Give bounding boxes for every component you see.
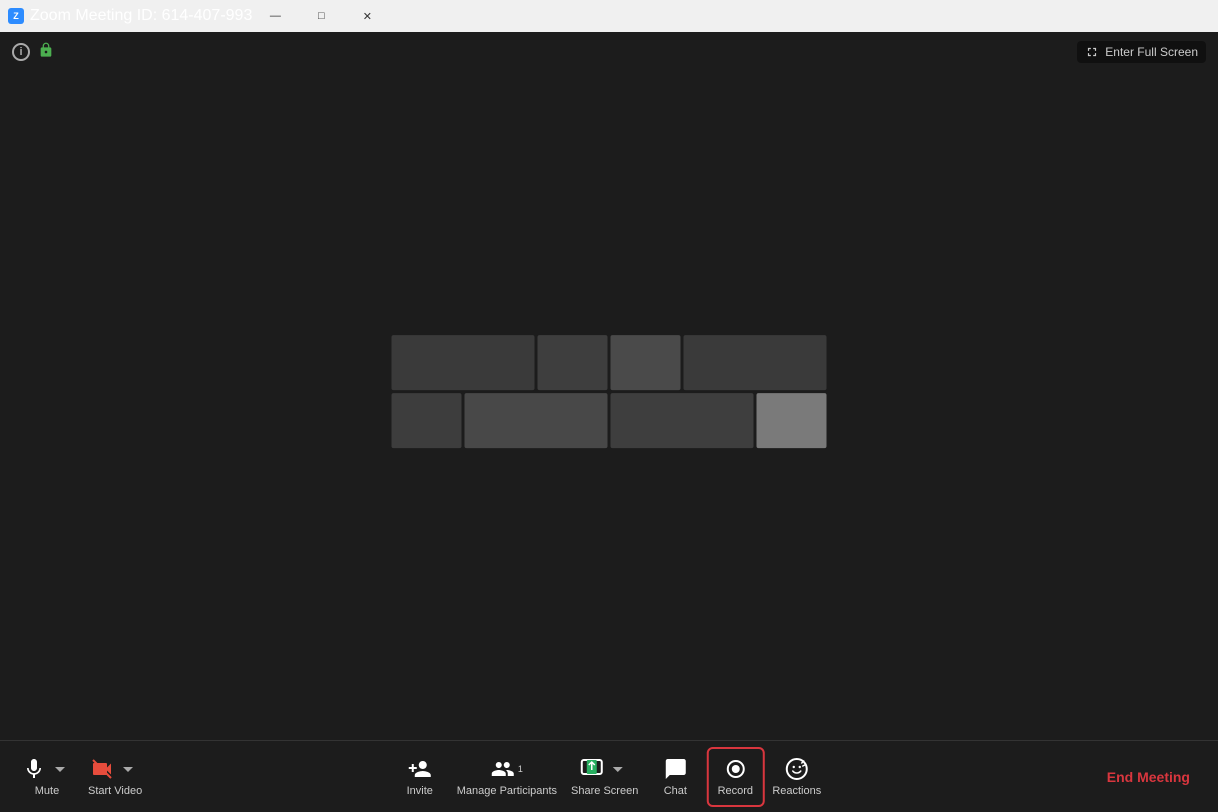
maximize-button[interactable]: □ bbox=[298, 0, 344, 32]
reactions-icon bbox=[785, 757, 809, 781]
toolbar-center: Invite 1 Manage Participants bbox=[391, 747, 827, 807]
titlebar: Z Zoom Meeting ID: 614-407-993 — □ ✕ bbox=[0, 0, 1218, 32]
content-cell bbox=[392, 335, 535, 390]
reactions-label: Reactions bbox=[772, 785, 821, 797]
titlebar-title: Zoom Meeting ID: 614-407-993 bbox=[30, 7, 252, 25]
fullscreen-label: Enter Full Screen bbox=[1105, 45, 1198, 59]
app-logo: Z bbox=[8, 8, 30, 24]
start-video-button[interactable]: Start Video bbox=[82, 747, 148, 807]
video-icon bbox=[90, 757, 114, 781]
mute-caret-icon bbox=[48, 757, 72, 781]
content-cell bbox=[757, 393, 827, 448]
content-cell bbox=[392, 393, 462, 448]
content-cell bbox=[684, 335, 827, 390]
toolbar: Mute Start Video Invite bbox=[0, 740, 1218, 812]
titlebar-controls: — □ ✕ bbox=[252, 0, 390, 32]
record-icon bbox=[723, 757, 747, 781]
chat-label: Chat bbox=[664, 785, 687, 797]
record-icon-area bbox=[723, 757, 747, 781]
invite-icon-area bbox=[408, 757, 432, 781]
video-caret-icon bbox=[116, 757, 140, 781]
invite-icon bbox=[408, 757, 432, 781]
participants-icon-area: 1 bbox=[491, 757, 523, 781]
content-block bbox=[392, 335, 827, 448]
fullscreen-button[interactable]: Enter Full Screen bbox=[1077, 41, 1206, 63]
reactions-icon-area bbox=[785, 757, 809, 781]
content-cell bbox=[611, 335, 681, 390]
share-caret-icon bbox=[606, 757, 630, 781]
participants-count: 1 bbox=[518, 764, 523, 774]
toolbar-left: Mute Start Video bbox=[16, 747, 148, 807]
mute-label: Mute bbox=[35, 785, 59, 797]
share-screen-icon bbox=[580, 757, 604, 781]
chat-button[interactable]: Chat bbox=[646, 747, 704, 807]
content-cell bbox=[611, 393, 754, 448]
mute-icon-area bbox=[22, 757, 72, 781]
record-label: Record bbox=[718, 785, 753, 797]
lock-icon bbox=[38, 42, 54, 63]
invite-button[interactable]: Invite bbox=[391, 747, 449, 807]
video-icon-area bbox=[90, 757, 140, 781]
info-icon[interactable]: i bbox=[12, 43, 30, 61]
reactions-button[interactable]: Reactions bbox=[766, 747, 827, 807]
toolbar-right: End Meeting bbox=[1095, 761, 1202, 793]
manage-participants-button[interactable]: 1 Manage Participants bbox=[451, 747, 563, 807]
share-screen-button[interactable]: Share Screen bbox=[565, 747, 644, 807]
microphone-icon bbox=[22, 757, 46, 781]
share-label: Share Screen bbox=[571, 785, 638, 797]
chat-icon-area bbox=[663, 757, 687, 781]
top-overlay: i Enter Full Screen bbox=[0, 32, 1218, 72]
participants-icon bbox=[491, 757, 515, 781]
end-meeting-button[interactable]: End Meeting bbox=[1095, 761, 1202, 793]
content-cell bbox=[465, 393, 608, 448]
minimize-button[interactable]: — bbox=[252, 0, 298, 32]
record-button[interactable]: Record bbox=[706, 747, 764, 807]
content-cell bbox=[538, 335, 608, 390]
zoom-logo-icon: Z bbox=[8, 8, 24, 24]
invite-label: Invite bbox=[407, 785, 433, 797]
close-button[interactable]: ✕ bbox=[344, 0, 390, 32]
mute-button[interactable]: Mute bbox=[16, 747, 78, 807]
share-icon-area bbox=[580, 757, 630, 781]
chat-icon bbox=[663, 757, 687, 781]
video-label: Start Video bbox=[88, 785, 142, 797]
meeting-area: i Enter Full Screen bbox=[0, 32, 1218, 740]
participants-label: Manage Participants bbox=[457, 785, 557, 797]
top-left-icons: i bbox=[12, 42, 54, 63]
